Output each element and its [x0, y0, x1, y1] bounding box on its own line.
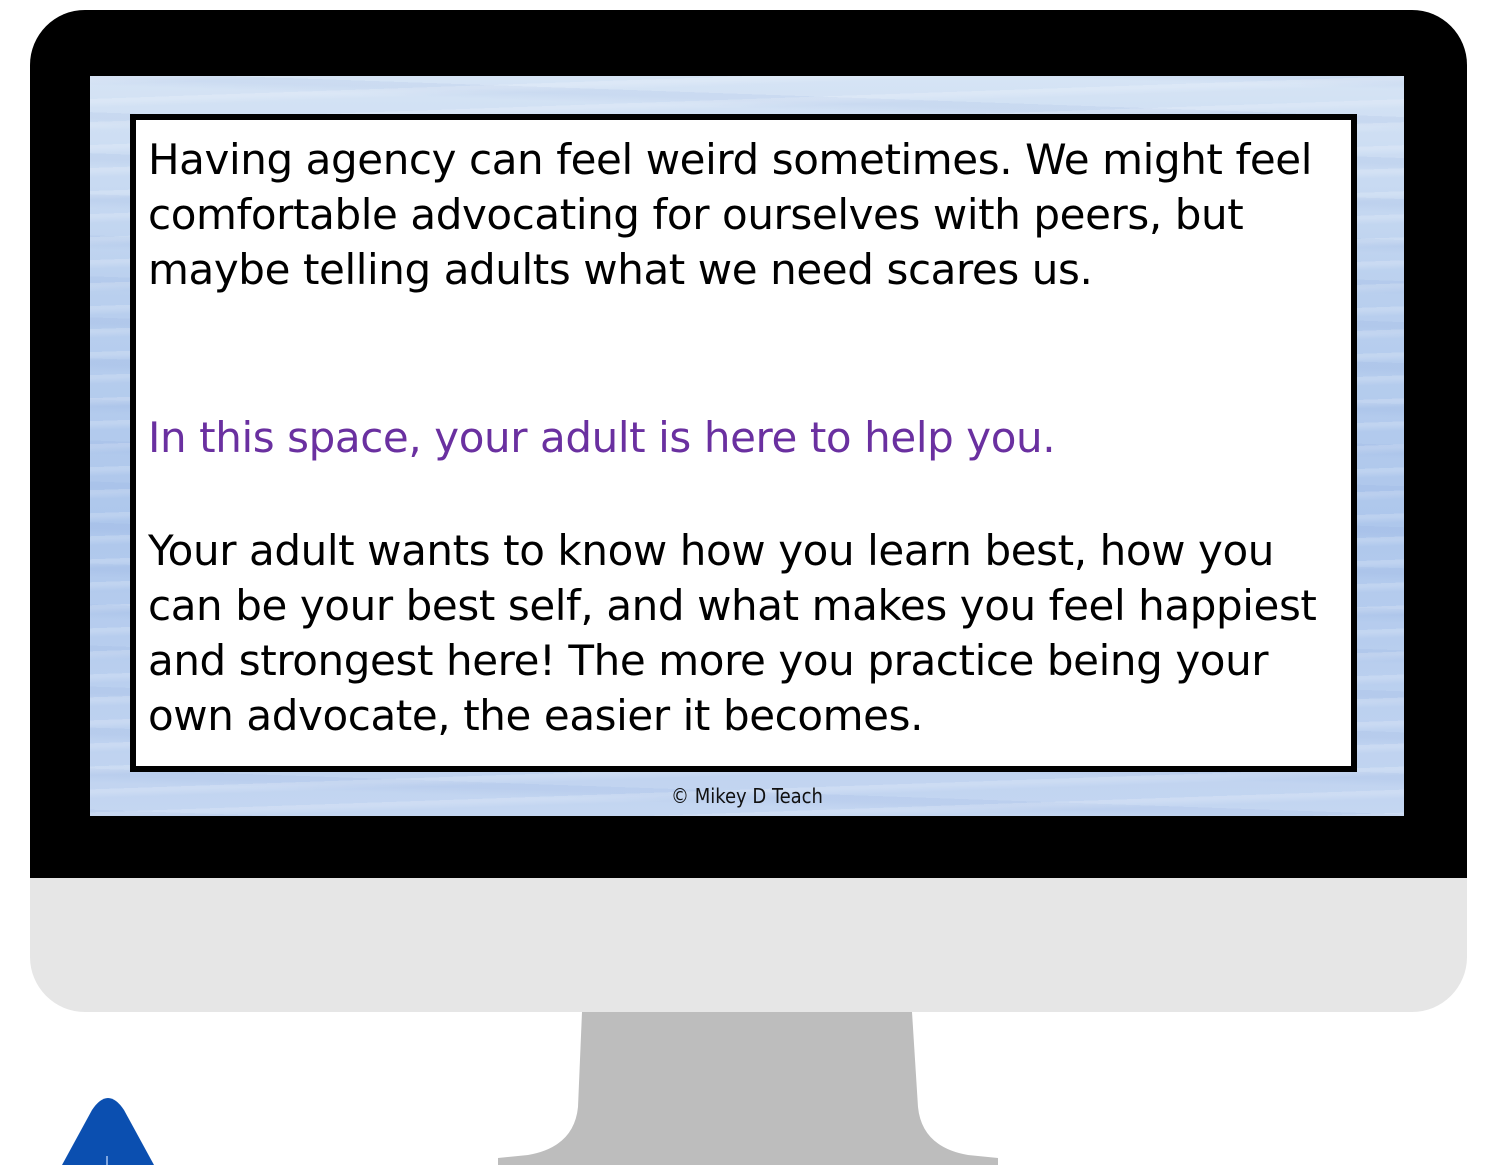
monitor-screen: Having agency can feel weird sometimes. … — [90, 76, 1404, 816]
copyright-credit: © Mikey D Teach — [671, 784, 823, 808]
brand-logo-icon — [62, 1098, 154, 1165]
highlight-paragraph-container: In this space, your adult is here to hel… — [148, 410, 1348, 465]
monitor-frame: Having agency can feel weird sometimes. … — [30, 10, 1467, 1012]
stand-neck — [498, 1012, 998, 1165]
closing-paragraph: Your adult wants to know how you learn b… — [148, 526, 1317, 740]
text-card: Having agency can feel weird sometimes. … — [130, 114, 1357, 772]
closing-paragraph-container: Your adult wants to know how you learn b… — [148, 523, 1348, 743]
highlight-paragraph: In this space, your adult is here to hel… — [148, 413, 1056, 462]
monitor-bezel: Having agency can feel weird sometimes. … — [30, 10, 1467, 878]
monitor-stand — [498, 1012, 998, 1165]
intro-paragraph-container: Having agency can feel weird sometimes. … — [148, 132, 1348, 297]
stage: Having agency can feel weird sometimes. … — [0, 0, 1491, 1165]
intro-paragraph: Having agency can feel weird sometimes. … — [148, 135, 1312, 294]
